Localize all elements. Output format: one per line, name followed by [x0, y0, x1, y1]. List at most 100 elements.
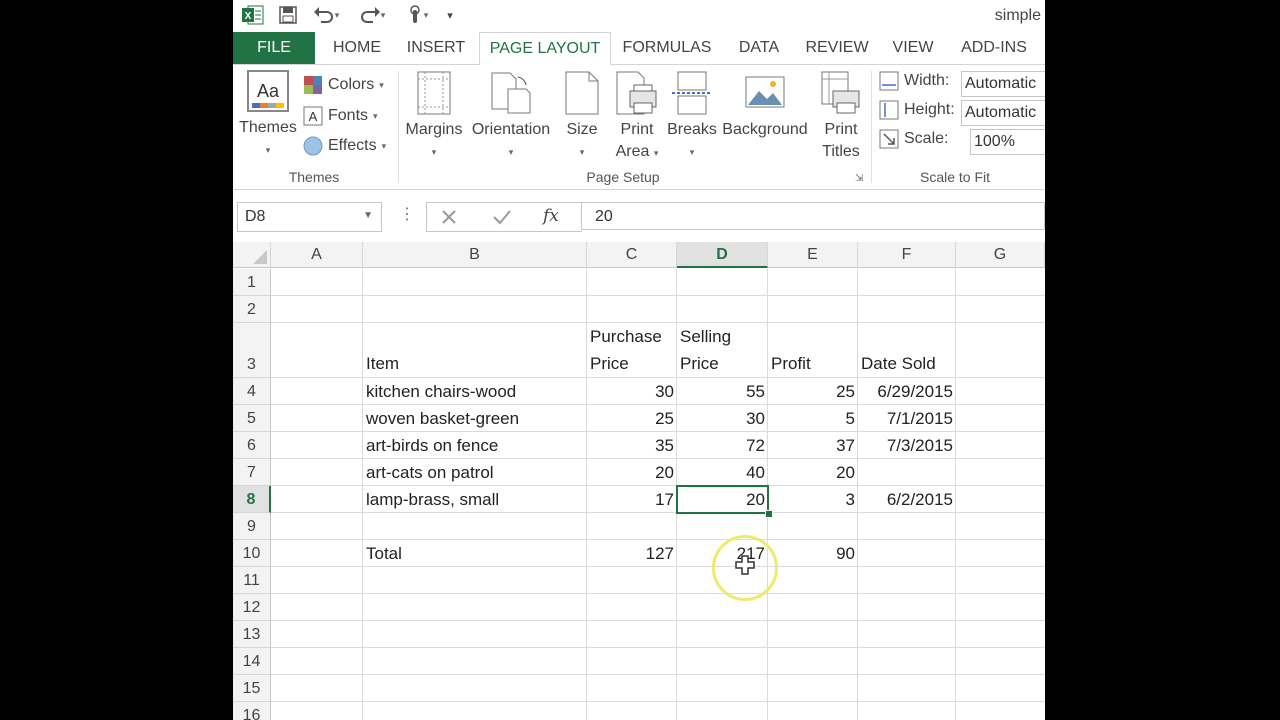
- tab-home[interactable]: HOME: [323, 32, 391, 64]
- cell-item[interactable]: kitchen chairs-wood: [363, 378, 587, 405]
- cell-item[interactable]: art-birds on fence: [363, 432, 587, 459]
- row-header[interactable]: 5: [233, 405, 271, 432]
- row-header[interactable]: 3: [233, 323, 271, 378]
- header-selling-line1[interactable]: Selling: [677, 323, 768, 351]
- colors-button[interactable]: Colors ▾: [303, 75, 384, 95]
- cell-selling[interactable]: 40: [677, 459, 768, 486]
- select-all-corner[interactable]: [233, 242, 271, 268]
- cell-selling[interactable]: 55: [677, 378, 768, 405]
- redo-icon[interactable]: ▾: [357, 4, 387, 26]
- breaks-icon: [672, 71, 712, 115]
- cell-profit[interactable]: 5: [768, 405, 858, 432]
- tab-page-layout[interactable]: PAGE LAYOUT: [479, 32, 611, 66]
- header-date-sold[interactable]: Date Sold: [858, 350, 956, 378]
- row-header[interactable]: 2: [233, 296, 271, 323]
- customize-qat-icon[interactable]: ▾: [443, 4, 457, 26]
- cell-purchase[interactable]: 30: [587, 378, 677, 405]
- row-header-selected[interactable]: 8: [233, 486, 271, 513]
- row-header[interactable]: 10: [233, 540, 271, 567]
- header-purchase-line1[interactable]: Purchase: [587, 323, 677, 351]
- column-header-b[interactable]: B: [363, 242, 587, 268]
- effects-button[interactable]: Effects ▾: [303, 136, 386, 156]
- total-label[interactable]: Total: [363, 540, 587, 567]
- background-button[interactable]: Background: [719, 71, 811, 141]
- row-header[interactable]: 13: [233, 621, 271, 648]
- column-header-f[interactable]: F: [858, 242, 956, 268]
- cell-purchase[interactable]: 20: [587, 459, 677, 486]
- column-header-c[interactable]: C: [587, 242, 677, 268]
- row-header[interactable]: 14: [233, 648, 271, 675]
- cell-date[interactable]: 7/1/2015: [858, 405, 956, 432]
- cell-date[interactable]: 7/3/2015: [858, 432, 956, 459]
- print-titles-button[interactable]: Print Titles: [813, 71, 869, 163]
- height-input[interactable]: Automatic: [961, 100, 1045, 126]
- size-button[interactable]: Size ▾: [559, 71, 605, 163]
- tab-view[interactable]: VIEW: [885, 32, 941, 64]
- row-header[interactable]: 4: [233, 378, 271, 405]
- tab-review[interactable]: REVIEW: [799, 32, 875, 64]
- orientation-button[interactable]: Orientation ▾: [467, 71, 555, 163]
- row-header[interactable]: 12: [233, 594, 271, 621]
- tab-insert[interactable]: INSERT: [399, 32, 473, 64]
- tab-formulas[interactable]: FORMULAS: [615, 32, 719, 64]
- header-purchase-line2[interactable]: Price: [587, 350, 677, 378]
- cell-profit[interactable]: 20: [768, 459, 858, 486]
- width-input[interactable]: Automatic: [961, 71, 1045, 97]
- row-header[interactable]: 6: [233, 432, 271, 459]
- cell-purchase[interactable]: 35: [587, 432, 677, 459]
- column-header-g[interactable]: G: [956, 242, 1045, 268]
- undo-icon[interactable]: ▾: [311, 4, 341, 26]
- name-box-dropdown-icon[interactable]: ▼: [363, 210, 373, 221]
- cancel-icon[interactable]: [441, 209, 457, 225]
- cell-selling[interactable]: 30: [677, 405, 768, 432]
- themes-button[interactable]: Aa Themes ▾: [237, 69, 299, 161]
- cell-profit[interactable]: 37: [768, 432, 858, 459]
- page-setup-dialog-launcher-icon[interactable]: ⇲: [855, 173, 863, 184]
- cell-purchase[interactable]: 25: [587, 405, 677, 432]
- tab-file[interactable]: FILE: [233, 32, 315, 64]
- cell-date[interactable]: 6/29/2015: [858, 378, 956, 405]
- tab-add-ins[interactable]: ADD-INS: [949, 32, 1039, 64]
- total-purchase[interactable]: 127: [587, 540, 677, 567]
- save-icon[interactable]: [277, 4, 299, 26]
- height-label: Height:: [904, 101, 955, 118]
- cell-profit[interactable]: 25: [768, 378, 858, 405]
- row-header[interactable]: 9: [233, 513, 271, 540]
- row-header[interactable]: 16: [233, 702, 271, 720]
- total-profit[interactable]: 90: [768, 540, 858, 567]
- header-selling-line2[interactable]: Price: [677, 350, 768, 378]
- margins-button[interactable]: Margins ▾: [403, 71, 465, 163]
- row-header[interactable]: 7: [233, 459, 271, 486]
- row-header[interactable]: 1: [233, 269, 271, 296]
- row-header[interactable]: 11: [233, 567, 271, 594]
- cell-item[interactable]: lamp-brass, small: [363, 486, 587, 513]
- column-header-d[interactable]: D: [677, 242, 768, 268]
- print-area-button[interactable]: Print Area ▾: [609, 71, 665, 164]
- name-box[interactable]: D8 ▼: [237, 202, 382, 232]
- cell-selling-active[interactable]: 20: [677, 486, 768, 513]
- enter-icon[interactable]: [493, 209, 511, 225]
- cell-item[interactable]: woven basket-green: [363, 405, 587, 432]
- more-options-icon[interactable]: ⋮: [399, 204, 415, 224]
- touch-mode-icon[interactable]: ▾: [401, 4, 433, 26]
- tab-data[interactable]: DATA: [729, 32, 789, 64]
- fill-handle[interactable]: [765, 510, 773, 518]
- cell-profit[interactable]: 3: [768, 486, 858, 513]
- cell-date[interactable]: 6/2/2015: [858, 486, 956, 513]
- scale-input[interactable]: 100%: [970, 129, 1045, 155]
- fonts-button[interactable]: A Fonts ▾: [303, 106, 378, 126]
- cell-item[interactable]: art-cats on patrol: [363, 459, 587, 486]
- column-header-e[interactable]: E: [768, 242, 858, 268]
- breaks-button[interactable]: Breaks ▾: [667, 71, 717, 163]
- formula-input[interactable]: 20: [581, 202, 1045, 230]
- header-item[interactable]: Item: [363, 350, 587, 378]
- cell-date[interactable]: [858, 459, 956, 486]
- header-profit[interactable]: Profit: [768, 350, 858, 378]
- cell-selling[interactable]: 72: [677, 432, 768, 459]
- svg-text:A: A: [309, 109, 318, 124]
- cell-purchase[interactable]: 17: [587, 486, 677, 513]
- insert-function-icon[interactable]: fx: [543, 206, 559, 226]
- row-header[interactable]: 15: [233, 675, 271, 702]
- window-title: simple: [994, 7, 1041, 24]
- column-header-a[interactable]: A: [271, 242, 363, 268]
